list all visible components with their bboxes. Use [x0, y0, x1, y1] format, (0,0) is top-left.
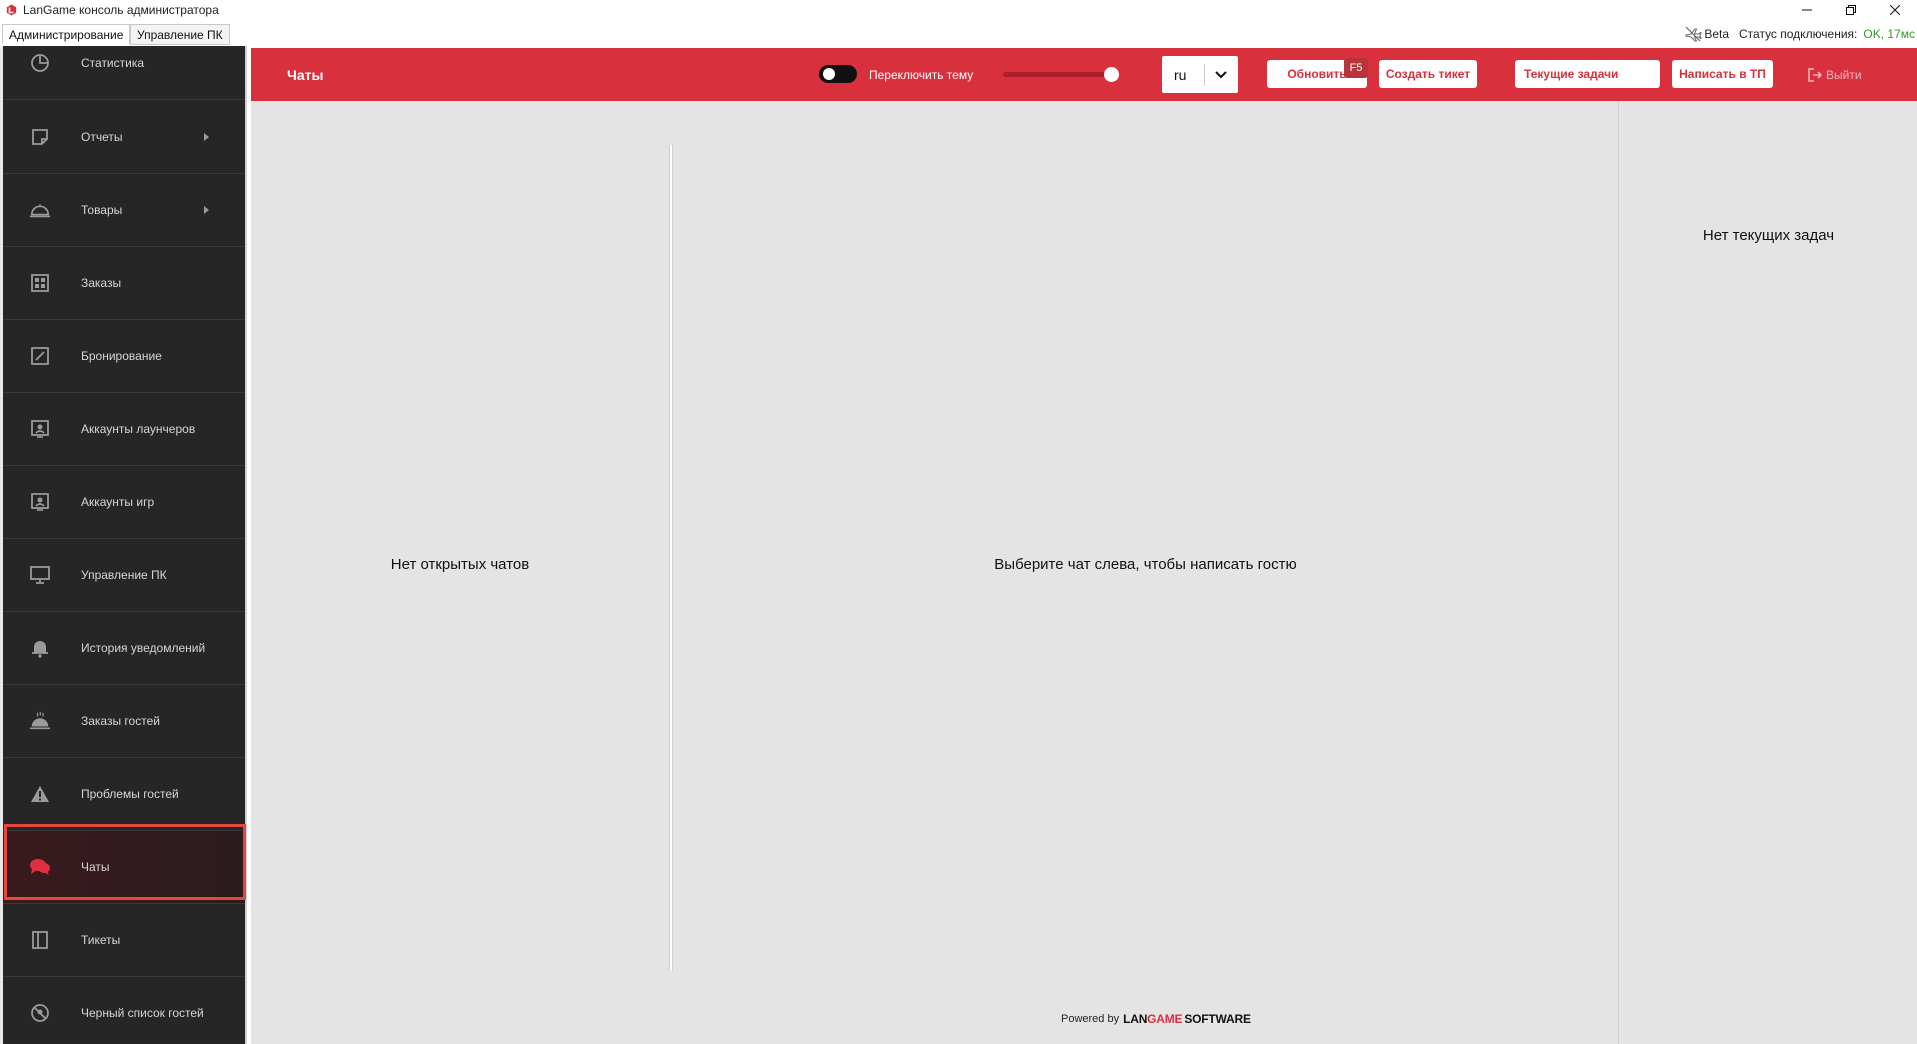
- sidebar-item-label: Заказы гостей: [81, 714, 160, 728]
- monitor-icon: [29, 564, 51, 586]
- sidebar-item-tickets[interactable]: Тикеты: [3, 904, 245, 977]
- minimize-icon: [1802, 9, 1812, 11]
- theme-toggle-label: Переключить тему: [869, 67, 974, 82]
- sidebar-item-guest-orders[interactable]: Заказы гостей: [3, 685, 245, 758]
- current-tasks-panel: Нет текущих задач: [1618, 101, 1917, 1044]
- window-tabs: Администрирование Управление ПК: [0, 22, 1917, 45]
- sidebar-item-label: Аккаунты игр: [81, 495, 155, 509]
- sidebar-item-booking[interactable]: Бронирование: [3, 320, 245, 393]
- sidebar-item-label: История уведомлений: [81, 641, 206, 655]
- refresh-button[interactable]: Обновить F5: [1267, 58, 1368, 88]
- app-logo-icon: [6, 4, 17, 16]
- sidebar-item-label: Товары: [81, 203, 123, 217]
- refresh-shortcut-badge: F5: [1344, 58, 1368, 78]
- account-icon: [29, 418, 51, 440]
- connection-status: Beta Статус подключения: OK, 17мс: [1684, 24, 1917, 44]
- chat-list-panel: [251, 101, 672, 971]
- restore-icon: [1846, 5, 1856, 15]
- warning-icon: [29, 783, 51, 805]
- write-support-button[interactable]: Написать в ТП: [1672, 60, 1773, 88]
- sidebar-item-label: Тикеты: [81, 933, 121, 947]
- cloche-icon: [29, 199, 51, 221]
- sidebar-item-reports[interactable]: Отчеты: [3, 101, 245, 174]
- create-ticket-button[interactable]: Создать тикет: [1379, 60, 1477, 88]
- sidebar-item-label: Аккаунты лаунчеров: [81, 422, 196, 436]
- blocked-icon: [29, 1002, 51, 1024]
- connection-label: Статус подключения:: [1739, 27, 1858, 41]
- sidebar-item-label: Бронирование: [81, 349, 162, 363]
- langame-logo: LANGAME SOFTWARE: [1123, 1012, 1251, 1026]
- grid-icon: [29, 272, 51, 294]
- sidebar: Статистика Отчеты Товары Заказы Брониров…: [0, 46, 247, 1044]
- connection-value: OK, 17мс: [1863, 27, 1915, 41]
- beta-label: Beta: [1704, 27, 1729, 41]
- sidebar-menu: Статистика Отчеты Товары Заказы Брониров…: [3, 46, 245, 1044]
- ticket-icon: [29, 929, 51, 951]
- sidebar-item-launcher-accounts[interactable]: Аккаунты лаунчеров: [3, 393, 245, 466]
- sidebar-item-label: Черный список гостей: [81, 1006, 204, 1020]
- bell-icon: [29, 637, 51, 659]
- sidebar-item-label: Заказы: [81, 276, 122, 290]
- sidebar-item-label: Проблемы гостей: [81, 787, 179, 801]
- logout-label: Выйти: [1826, 67, 1862, 82]
- language-select[interactable]: ru: [1162, 56, 1238, 93]
- report-icon: [29, 126, 51, 148]
- sidebar-scrollbar[interactable]: [245, 46, 247, 1044]
- sidebar-item-notification-history[interactable]: История уведомлений: [3, 612, 245, 685]
- chevron-right-icon: [204, 133, 209, 141]
- account-icon: [29, 491, 51, 513]
- language-value: ru: [1174, 66, 1187, 83]
- select-chat-hint: Выберите чат слева, чтобы написать гостю: [994, 556, 1297, 573]
- chat-workspace: Нет открытых чатов Выберите чат слева, ч…: [251, 101, 1618, 1044]
- pie-chart-icon: [29, 52, 51, 74]
- toggle-knob: [823, 68, 835, 80]
- sidebar-item-label: Управление ПК: [81, 568, 167, 582]
- minimize-button[interactable]: [1785, 0, 1829, 20]
- sidebar-item-game-accounts[interactable]: Аккаунты игр: [3, 466, 245, 539]
- sidebar-item-guest-blacklist[interactable]: Черный список гостей: [3, 977, 245, 1044]
- theme-toggle[interactable]: [819, 65, 857, 83]
- no-current-tasks-text: Нет текущих задач: [1702, 227, 1835, 244]
- tab-administration[interactable]: Администрирование: [2, 24, 131, 45]
- chevron-right-icon: [204, 206, 209, 214]
- sidebar-item-guest-problems[interactable]: Проблемы гостей: [3, 758, 245, 831]
- sidebar-item-products[interactable]: Товары: [3, 174, 245, 247]
- logout-button[interactable]: Выйти: [1808, 48, 1862, 101]
- powered-by-footer: Powered by LANGAME SOFTWARE: [1061, 1012, 1251, 1026]
- sidebar-item-pc-management[interactable]: Управление ПК: [3, 539, 245, 612]
- header-bar: Чаты Переключить тему ru Обновить F5 Соз…: [251, 48, 1917, 101]
- title-bar: LanGame консоль администратора: [0, 0, 1917, 20]
- no-open-chats-text: Нет открытых чатов: [390, 556, 530, 573]
- page-title: Чаты: [287, 66, 324, 83]
- current-tasks-button[interactable]: Текущие задачи: [1515, 60, 1660, 88]
- window-controls: [1785, 0, 1917, 20]
- refresh-label: Обновить: [1287, 67, 1347, 81]
- close-icon: [1890, 5, 1900, 15]
- sidebar-item-statistics[interactable]: Статистика: [3, 46, 245, 100]
- sidebar-item-label: Отчеты: [81, 130, 123, 144]
- edit-icon: [29, 345, 51, 367]
- logout-icon: [1808, 67, 1822, 82]
- chat-icon: [29, 856, 51, 878]
- chevron-down-icon: [1205, 56, 1238, 93]
- powered-by-label: Powered by: [1061, 1013, 1120, 1025]
- scale-slider-handle[interactable]: [1104, 67, 1119, 82]
- sidebar-item-label: Чаты: [81, 860, 110, 874]
- sidebar-item-label: Статистика: [81, 56, 145, 70]
- sidebar-item-orders[interactable]: Заказы: [3, 247, 245, 320]
- sidebar-item-chats[interactable]: Чаты: [3, 831, 245, 904]
- tab-pc-management[interactable]: Управление ПК: [130, 24, 230, 45]
- plane-off-icon: [1685, 26, 1703, 42]
- window-title: LanGame консоль администратора: [23, 3, 219, 17]
- close-button[interactable]: [1873, 0, 1917, 20]
- scale-slider-track[interactable]: [1003, 72, 1113, 77]
- restore-button[interactable]: [1829, 0, 1873, 20]
- cloche-hot-icon: [29, 710, 51, 732]
